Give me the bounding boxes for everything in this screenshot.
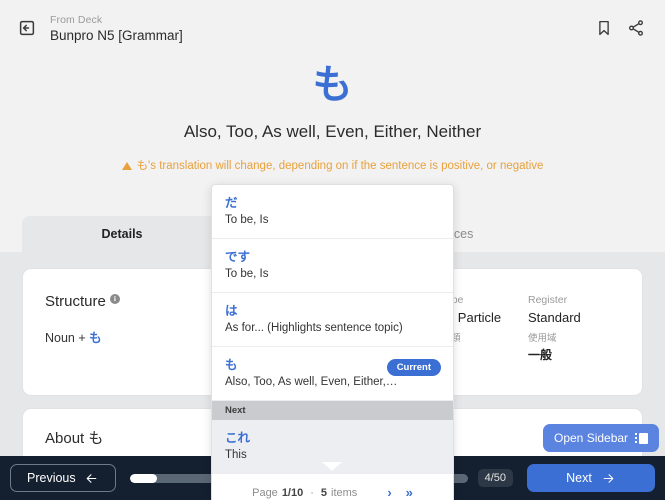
info-icon[interactable]: i	[109, 294, 120, 304]
list-item-en: As for... (Highlights sentence topic)	[225, 322, 403, 334]
list-item[interactable]: だ To be, Is	[212, 185, 453, 239]
items-count: 5	[320, 486, 328, 499]
dropdown-pagination: Page 1/10 · 5 items › »	[212, 474, 453, 500]
share-icon[interactable]	[627, 19, 645, 37]
review-page: From Deck Bunpro N5 [Grammar] も Also, To…	[0, 0, 665, 500]
grammar-list-dropdown: だ To be, Is です To be, Is は As for... (Hi…	[211, 184, 454, 500]
arrow-left-icon	[86, 473, 97, 483]
list-item-jp: だ	[225, 195, 238, 210]
grammar-point-hero: も Also, Too, As well, Even, Either, Neit…	[0, 60, 665, 174]
list-item-jp: です	[225, 249, 251, 264]
structure-title-text: Structure	[45, 293, 106, 310]
meta-jlabel-register: 使用域	[528, 333, 557, 344]
bookmark-icon[interactable]	[595, 19, 613, 37]
structure-card-title: Structure i	[45, 293, 120, 310]
items-word: items	[331, 486, 358, 499]
list-item[interactable]: です To be, Is	[212, 239, 453, 293]
page-separator: ·	[310, 486, 314, 499]
next-label: Next	[566, 471, 592, 485]
list-item-en: To be, Is	[225, 214, 269, 226]
about-title-particle: も	[88, 429, 104, 447]
warning-triangle-icon	[121, 162, 132, 170]
list-item-en: To be, Is	[225, 268, 269, 280]
sidebar-panel-icon	[635, 432, 649, 444]
arrow-right-icon	[603, 473, 614, 483]
page-value: 1/10	[281, 486, 304, 499]
deck-info: From Deck Bunpro N5 [Grammar]	[50, 13, 183, 44]
progress-fill	[129, 473, 157, 483]
header-actions	[595, 19, 649, 37]
structure-pattern-prefix: Noun +	[45, 331, 90, 345]
list-item-current[interactable]: も Also, Too, As well, Even, Either,… Cur…	[212, 347, 453, 401]
from-deck-label: From Deck	[50, 13, 103, 26]
previous-button[interactable]: Previous	[10, 464, 116, 492]
dropdown-section-header: Next	[212, 401, 453, 420]
list-item-jp: は	[225, 303, 238, 318]
meta-value-register: Standard	[528, 310, 581, 325]
app-header: From Deck Bunpro N5 [Grammar]	[0, 0, 665, 56]
grammar-warning: も's translation will change, depending o…	[0, 158, 665, 174]
grammar-meaning: Also, Too, As well, Even, Either, Neithe…	[183, 122, 482, 141]
list-item-jp: これ	[225, 430, 251, 445]
page-word: Page	[252, 486, 278, 499]
grammar-character: も	[312, 62, 353, 108]
open-sidebar-label: Open Sidebar	[554, 431, 629, 445]
warning-text: も's translation will change, depending o…	[136, 160, 544, 172]
pagination-arrows: › »	[387, 485, 413, 500]
tab-details[interactable]: Details	[22, 216, 222, 252]
dropdown-pointer	[322, 462, 342, 471]
about-title-prefix: About	[45, 430, 89, 447]
next-button[interactable]: Next	[527, 464, 655, 492]
previous-label: Previous	[27, 471, 76, 485]
open-sidebar-button[interactable]: Open Sidebar	[543, 424, 660, 452]
meta-jvalue-register: 一般	[528, 348, 553, 362]
meta-col-register: Register Standard 使用域 一般	[528, 293, 618, 364]
progress-count: 4/50	[477, 469, 513, 487]
list-item[interactable]: は As for... (Highlights sentence topic)	[212, 293, 453, 347]
exit-deck-button[interactable]	[16, 17, 38, 39]
next-page-icon[interactable]: ›	[387, 485, 391, 500]
list-item-en: This	[225, 449, 247, 461]
last-page-icon[interactable]: »	[406, 485, 413, 500]
current-badge: Current	[386, 359, 441, 376]
meta-label-register: Register	[528, 294, 568, 306]
structure-pattern-particle: も	[89, 330, 102, 345]
list-item-en: Also, Too, As well, Even, Either,…	[225, 376, 398, 388]
exit-arrow-icon	[19, 20, 35, 36]
deck-name: Bunpro N5 [Grammar]	[50, 27, 183, 43]
